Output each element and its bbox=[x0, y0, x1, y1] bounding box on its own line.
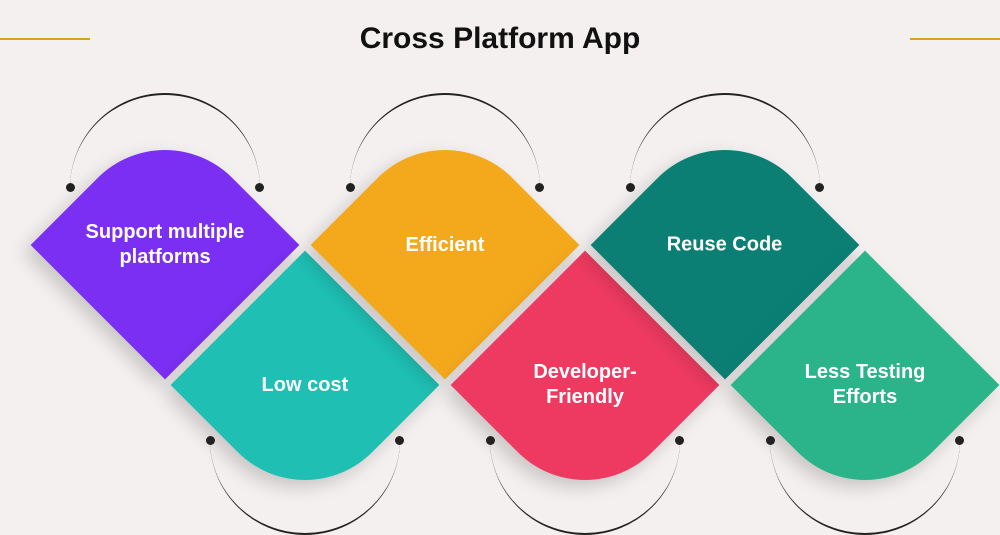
tile-label: Reuse Code bbox=[659, 233, 791, 258]
dot-icon bbox=[815, 183, 824, 192]
accent-line-right bbox=[910, 38, 1000, 40]
arc-connector bbox=[490, 440, 680, 535]
dot-icon bbox=[486, 436, 495, 445]
tile-label: Low cost bbox=[254, 372, 357, 397]
dot-icon bbox=[766, 436, 775, 445]
dot-icon bbox=[395, 436, 404, 445]
dot-icon bbox=[535, 183, 544, 192]
dot-icon bbox=[955, 436, 964, 445]
tile-label: Developer-Friendly bbox=[495, 360, 675, 410]
tile-label: Support multiple platforms bbox=[75, 220, 255, 270]
dot-icon bbox=[346, 183, 355, 192]
dot-icon bbox=[66, 183, 75, 192]
dot-icon bbox=[206, 436, 215, 445]
page-title: Cross Platform App bbox=[0, 0, 1000, 56]
dot-icon bbox=[626, 183, 635, 192]
dot-icon bbox=[255, 183, 264, 192]
dot-icon bbox=[675, 436, 684, 445]
arc-connector bbox=[770, 440, 960, 535]
tile-label: Less Testing Efforts bbox=[775, 360, 955, 410]
diagram-stage: Support multiple platforms Low cost Effi… bbox=[0, 90, 1000, 510]
tile-label: Efficient bbox=[398, 233, 493, 258]
arc-connector bbox=[210, 440, 400, 535]
accent-line-left bbox=[0, 38, 90, 40]
